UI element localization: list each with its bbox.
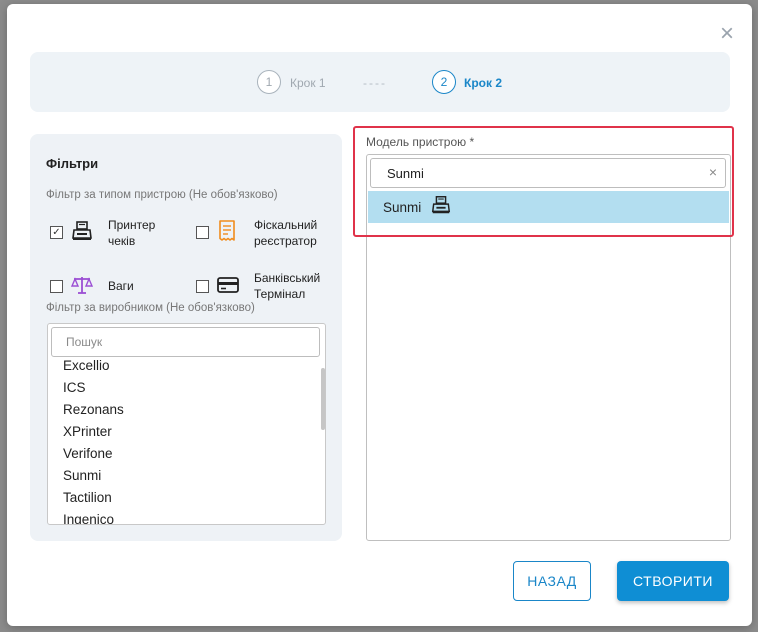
close-button[interactable]: ×: [716, 20, 738, 47]
scales-icon: [70, 277, 94, 294]
device-model-search-input[interactable]: [371, 159, 723, 187]
scales-label: Ваги: [108, 279, 134, 293]
device-model-label: Модель пристрою *: [366, 135, 475, 149]
receipt-printer-checkbox[interactable]: ✓: [50, 226, 63, 239]
step-separator: ----: [363, 76, 387, 90]
device-type-filter-label: Фільтр за типом пристрою (Не обов'язково…: [46, 189, 278, 201]
create-button[interactable]: СТВОРИТИ: [617, 561, 729, 601]
step-2-circle[interactable]: 2: [432, 70, 456, 94]
manufacturer-search-input[interactable]: [51, 327, 320, 357]
create-device-dialog: × 1 Крок 1 ---- 2 Крок 2 Фільтри Фільтр …: [7, 4, 752, 626]
scales-checkbox[interactable]: [50, 280, 63, 293]
receipt-printer-icon: [431, 196, 451, 214]
fiscal-registrar-checkbox[interactable]: [196, 226, 209, 239]
manufacturer-item[interactable]: Rezonans: [63, 402, 124, 417]
clear-icon[interactable]: ×: [709, 165, 717, 179]
device-model-option-label: Sunmi: [383, 200, 422, 215]
manufacturer-item[interactable]: ICS: [63, 380, 86, 395]
step-1-label[interactable]: Крок 1: [290, 76, 326, 90]
filters-title: Фільтри: [46, 156, 99, 171]
manufacturer-item[interactable]: XPrinter: [63, 424, 112, 439]
manufacturer-item[interactable]: Excellio: [63, 358, 110, 373]
step-1-circle[interactable]: 1: [257, 70, 281, 94]
step-2-label[interactable]: Крок 2: [464, 76, 502, 90]
fiscal-receipt-icon: [219, 220, 235, 241]
bank-terminal-label: Банківський Термінал: [254, 271, 321, 301]
device-model-option[interactable]: Sunmi: [368, 191, 729, 223]
device-model-search: ×: [370, 158, 726, 188]
manufacturer-list-box: Excellio ICS Rezonans XPrinter Verifone …: [47, 323, 326, 525]
bank-card-icon: [217, 277, 239, 293]
manufacturer-item[interactable]: Verifone: [63, 446, 113, 461]
stepper: 1 Крок 1 ---- 2 Крок 2: [30, 52, 730, 112]
manufacturer-filter-label: Фільтр за виробником (Не обов'язково): [46, 302, 255, 314]
close-icon: ×: [719, 20, 734, 47]
receipt-printer-label: Принтер чеків: [108, 218, 156, 248]
device-model-select: × Sunmi: [366, 154, 731, 541]
back-button[interactable]: НАЗАД: [513, 561, 591, 601]
receipt-printer-icon: [72, 221, 92, 240]
bank-terminal-checkbox[interactable]: [196, 280, 209, 293]
manufacturer-item[interactable]: Ingenico: [63, 512, 114, 524]
filters-panel: Фільтри Фільтр за типом пристрою (Не обо…: [30, 134, 342, 541]
manufacturer-list: Excellio ICS Rezonans XPrinter Verifone …: [48, 358, 318, 524]
manufacturer-scrollbar[interactable]: [321, 368, 325, 430]
manufacturer-item[interactable]: Sunmi: [63, 468, 101, 483]
manufacturer-item[interactable]: Tactilion: [63, 490, 112, 505]
fiscal-registrar-label: Фіскальний реєстратор: [254, 218, 318, 248]
